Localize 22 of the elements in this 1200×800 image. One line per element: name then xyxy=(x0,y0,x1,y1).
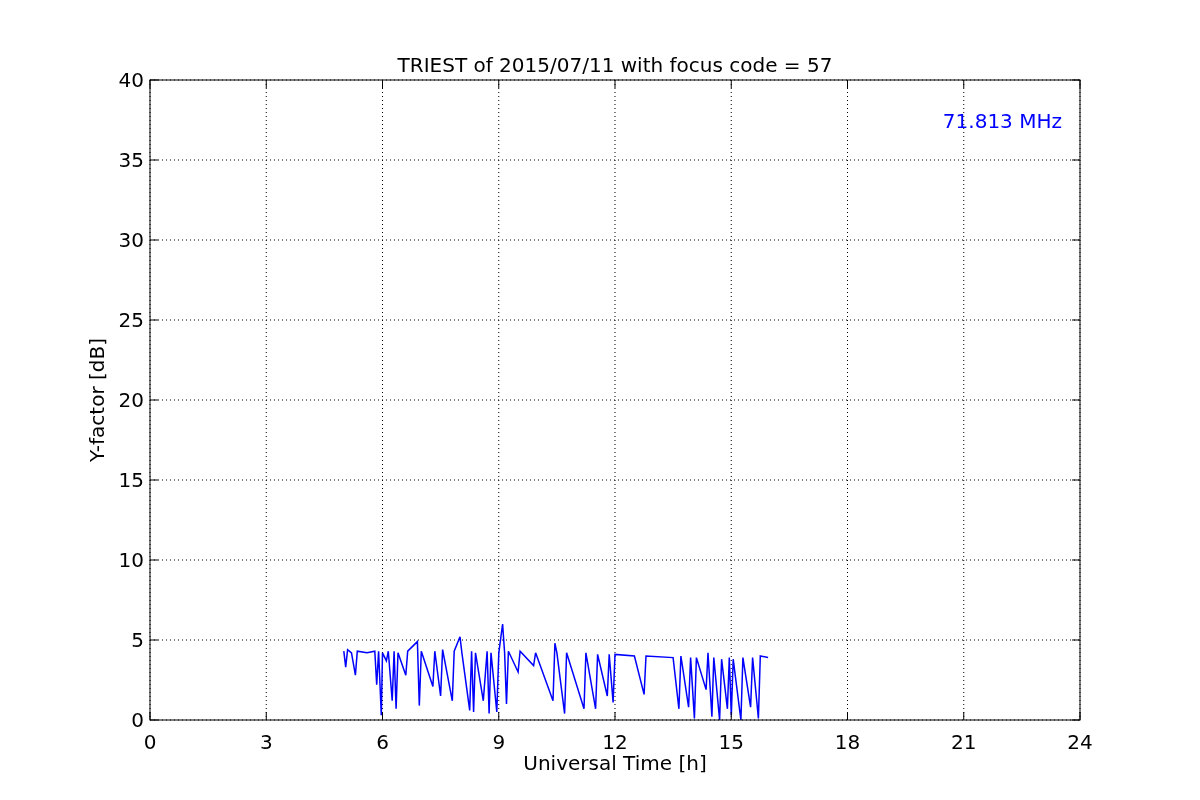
x-tick-label: 12 xyxy=(602,730,628,754)
y-tick-label: 15 xyxy=(118,468,144,492)
y-tick-label: 35 xyxy=(118,148,144,172)
x-tick-label: 9 xyxy=(492,730,506,754)
y-tick-label: 40 xyxy=(118,68,144,92)
y-axis-label: Y-factor [dB] xyxy=(85,338,109,462)
y-tick-label: 10 xyxy=(118,548,144,572)
chart-title: TRIEST of 2015/07/11 with focus code = 57 xyxy=(397,53,833,77)
y-tick-label: 30 xyxy=(118,228,144,252)
frequency-annotation: 71.813 MHz xyxy=(942,109,1062,133)
x-tick-label: 24 xyxy=(1067,730,1093,754)
x-tick-label: 21 xyxy=(951,730,977,754)
x-tick-label: 0 xyxy=(143,730,157,754)
x-tick-label: 18 xyxy=(834,730,861,754)
x-tick-label: 15 xyxy=(718,730,744,754)
y-tick-label: 0 xyxy=(131,708,144,732)
y-tick-label: 25 xyxy=(118,308,144,332)
y-tick-label: 5 xyxy=(131,628,144,652)
x-axis-label: Universal Time [h] xyxy=(523,751,707,775)
x-tick-label: 6 xyxy=(376,730,389,754)
y-tick-label: 20 xyxy=(118,388,144,412)
x-tick-label: 3 xyxy=(259,730,273,754)
